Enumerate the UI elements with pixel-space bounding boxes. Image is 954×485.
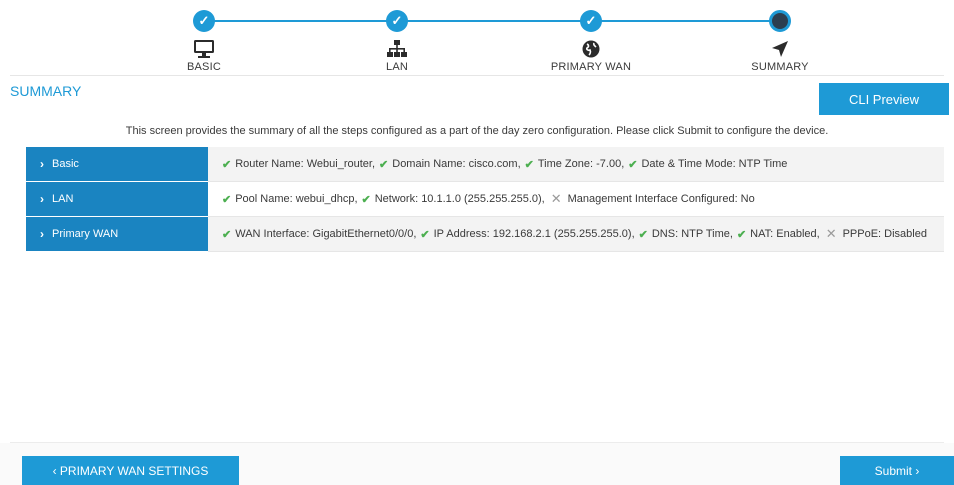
row-header-basic[interactable]: › Basic — [26, 147, 208, 182]
summary-item-text: PPPoE: Disabled — [842, 228, 927, 240]
wizard-step-label: PRIMARY WAN — [550, 61, 632, 73]
summary-item-text: Domain Name: cisco.com, — [392, 158, 521, 170]
summary-item: ✔ Network: 10.1.1.0 (255.255.255.0), — [362, 193, 545, 206]
check-icon: ✔ — [222, 228, 232, 241]
row-header-label: LAN — [52, 193, 74, 205]
summary-item-text: Time Zone: -7.00, — [537, 158, 625, 170]
previous-step-button[interactable]: ‹ PRIMARY WAN SETTINGS — [22, 456, 239, 485]
step-complete-check-icon: ✓ — [580, 10, 602, 32]
wizard-step-basic[interactable]: ✓ BASIC — [144, 10, 264, 73]
summary-item: ✔ Domain Name: cisco.com, — [379, 158, 521, 171]
summary-item: ✔ WAN Interface: GigabitEthernet0/0/0, — [222, 228, 416, 241]
wizard-step-label: SUMMARY — [751, 61, 809, 73]
wizard-step-summary[interactable]: SUMMARY — [720, 10, 840, 73]
summary-item-text: WAN Interface: GigabitEthernet0/0/0, — [235, 228, 417, 240]
summary-item-text: Management Interface Configured: No — [567, 193, 755, 205]
check-icon: ✔ — [420, 228, 430, 241]
summary-table: › Basic ✔ Router Name: Webui_router, ✔ Dom… — [26, 147, 944, 252]
divider — [10, 75, 944, 76]
wizard-step-lan[interactable]: ✓ LAN — [337, 10, 457, 73]
chevron-right-icon: › — [40, 157, 44, 171]
summary-item: ✔ Time Zone: -7.00, — [525, 158, 625, 171]
cross-icon: ✕ — [550, 191, 562, 206]
submit-button[interactable]: Submit › — [840, 456, 954, 485]
summary-item-text: DNS: NTP Time, — [651, 228, 733, 240]
check-icon: ✔ — [379, 158, 389, 171]
summary-item-text: IP Address: 192.168.2.1 (255.255.255.0), — [433, 228, 635, 240]
row-header-lan[interactable]: › LAN — [26, 182, 208, 217]
summary-item: ✔ Pool Name: webui_dhcp, — [222, 193, 358, 206]
chevron-right-icon: › — [40, 227, 44, 241]
row-values: ✔ Router Name: Webui_router, ✔ Domain Name… — [208, 147, 944, 182]
step-current-indicator — [769, 10, 791, 32]
wizard-progress-line — [204, 20, 780, 22]
summary-item: ✔ Date & Time Mode: NTP Time — [628, 158, 787, 171]
summary-item: ✕ Management Interface Configured: No — [549, 191, 755, 207]
table-row-lan: › LAN ✔ Pool Name: webui_dhcp, ✔ Network: … — [26, 182, 944, 217]
summary-description: This screen provides the summary of all … — [125, 125, 829, 137]
check-icon: ✔ — [628, 158, 638, 171]
step-complete-check-icon: ✓ — [386, 10, 408, 32]
wizard-step-primary-wan[interactable]: ✓ PRIMARY WAN — [531, 10, 651, 73]
wizard-step-label: LAN — [386, 61, 408, 73]
table-row-primary-wan: › Primary WAN ✔ WAN Interface: GigabitEth… — [26, 217, 944, 252]
wizard-progress: ✓ BASIC ✓ LAN ✓ PRIMARY WAN SUMMARY — [0, 0, 954, 76]
summary-item: ✔ NAT: Enabled, — [737, 228, 820, 241]
summary-item-text: NAT: Enabled, — [750, 228, 820, 240]
navigation-arrow-icon — [767, 38, 793, 60]
cli-preview-button[interactable]: CLI Preview — [819, 83, 949, 115]
check-icon: ✔ — [222, 158, 232, 171]
check-icon: ✔ — [736, 228, 747, 241]
cross-icon: ✕ — [825, 226, 837, 241]
chevron-right-icon: › — [40, 192, 44, 206]
table-row-basic: › Basic ✔ Router Name: Webui_router, ✔ Dom… — [26, 147, 944, 182]
check-icon: ✔ — [524, 158, 534, 171]
wizard-step-label: BASIC — [186, 61, 221, 73]
summary-item: ✔ Router Name: Webui_router, — [222, 158, 375, 171]
network-icon — [384, 38, 410, 60]
summary-item: ✔ DNS: NTP Time, — [639, 228, 733, 241]
summary-item: ✔ IP Address: 192.168.2.1 (255.255.255.0)… — [420, 228, 634, 241]
check-icon: ✔ — [638, 228, 648, 241]
page-title: SUMMARY — [10, 83, 82, 99]
row-header-primary-wan[interactable]: › Primary WAN — [26, 217, 208, 252]
row-header-label: Basic — [52, 158, 79, 170]
day-zero-summary-page: ✓ BASIC ✓ LAN ✓ PRIMARY WAN SUMMARY SUMM… — [0, 0, 954, 485]
monitor-icon — [191, 38, 217, 60]
check-icon: ✔ — [361, 193, 371, 206]
summary-item-text: Network: 10.1.1.0 (255.255.255.0), — [374, 193, 545, 205]
row-values: ✔ Pool Name: webui_dhcp, ✔ Network: 10.1.1… — [208, 182, 944, 217]
summary-item-text: Date & Time Mode: NTP Time — [641, 158, 788, 170]
row-header-label: Primary WAN — [52, 228, 119, 240]
summary-item: ✕ PPPoE: Disabled — [824, 226, 927, 242]
row-values: ✔ WAN Interface: GigabitEthernet0/0/0, ✔ I… — [208, 217, 944, 252]
summary-item-text: Pool Name: webui_dhcp, — [235, 193, 358, 205]
globe-icon — [578, 38, 604, 60]
step-complete-check-icon: ✓ — [193, 10, 215, 32]
check-icon: ✔ — [222, 193, 232, 206]
summary-item-text: Router Name: Webui_router, — [235, 158, 376, 170]
